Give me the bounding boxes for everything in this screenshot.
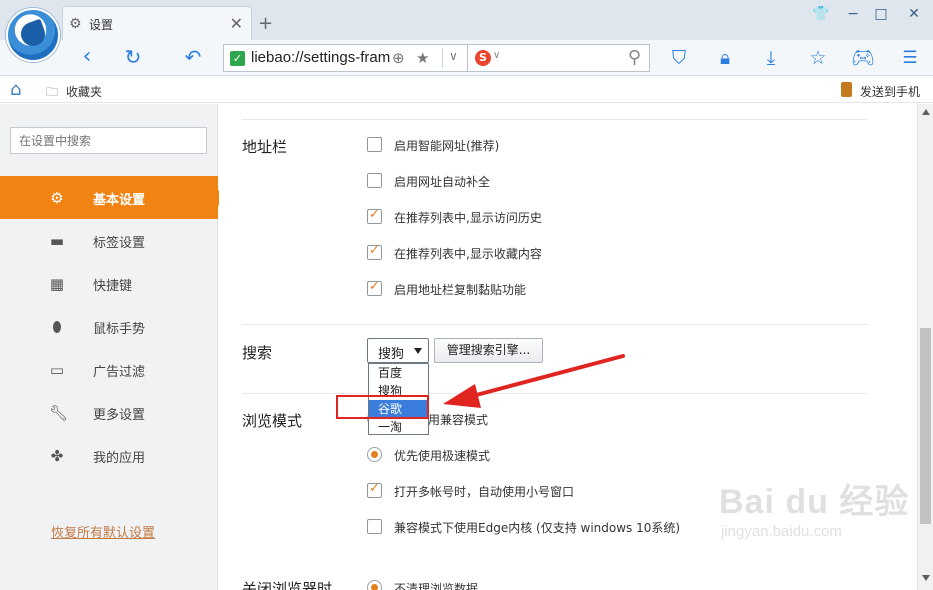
chevron-down-icon[interactable]: ∨ [449, 49, 458, 63]
section-title-search: 搜索 [242, 344, 273, 362]
sidebar-item-label: 快捷键 [93, 279, 133, 294]
settings-search-input[interactable] [10, 127, 207, 154]
sidebar-item-label: 标签设置 [93, 236, 146, 251]
sidebar-item-tabs[interactable]: ▬ 标签设置 [0, 219, 218, 262]
manage-search-engines-button[interactable]: 管理搜索引擎... [434, 338, 543, 363]
baidu-jingyan-watermark: Bai du 经验 jingyan.baidu.com [719, 483, 910, 540]
checkbox[interactable] [367, 137, 382, 152]
settings-sidebar: ⚙ 基本设置 ▬ 标签设置 ▦ 快捷键 ⬮ 鼠标手势 ▭ 广告过滤 🔧︎ 更多设… [0, 104, 227, 590]
tab-settings[interactable]: ⚙ 设置 ✕ [62, 6, 252, 40]
sidebar-item-adblock[interactable]: ▭ 广告过滤 [0, 348, 218, 391]
scroll-up-icon[interactable] [922, 109, 930, 115]
gear-icon: ⚙ [69, 16, 82, 32]
checkbox[interactable] [367, 173, 382, 188]
lock-icon[interactable]: 🔒︎ [710, 43, 740, 73]
bookmarks-bar: ⌂ 🗀 收藏夹 发送到手机 [0, 77, 933, 103]
tab-icon: ▬ [49, 232, 65, 250]
annotation-highlight-box [336, 395, 429, 419]
new-tab-button[interactable]: + [258, 14, 273, 34]
section-title-close-browser: 关闭浏览器时 [242, 580, 333, 590]
search-engine-select[interactable]: 搜狗 [367, 338, 429, 363]
sidebar-item-label: 更多设置 [93, 408, 146, 423]
search-box[interactable]: S ∨ ⚲ [468, 44, 650, 72]
content-scrollbar[interactable] [917, 104, 933, 590]
title-bar: ⚙ 设置 ✕ + 👕 − □ ✕ [0, 0, 933, 40]
liebao-logo-icon[interactable] [6, 8, 60, 62]
checkbox-checked[interactable] [367, 481, 382, 498]
puzzle-icon: ✤ [50, 447, 64, 465]
scroll-thumb[interactable] [920, 328, 931, 524]
sidebar-item-shortcuts[interactable]: ▦ 快捷键 [0, 262, 218, 305]
scroll-down-icon[interactable] [922, 575, 930, 581]
address-bar[interactable]: ✓ liebao://settings-frame/ ⊕ ★ ∨ [223, 44, 468, 72]
tab-close-icon[interactable]: ✕ [230, 14, 243, 33]
gear-icon: ⚙ [50, 189, 64, 207]
back-icon[interactable]: ‹ [72, 42, 102, 72]
sidebar-item-more[interactable]: 🔧︎ 更多设置 [0, 391, 218, 434]
sogou-engine-icon[interactable]: S [475, 50, 491, 66]
undo-icon[interactable]: ↶ [178, 42, 208, 72]
secure-check-icon: ✓ [230, 51, 245, 66]
tab-title: 设置 [89, 18, 114, 32]
sidebar-item-gestures[interactable]: ⬮ 鼠标手势 [0, 305, 218, 348]
caret-down-icon [414, 348, 422, 354]
favorites-folder[interactable]: 收藏夹 [66, 83, 102, 100]
shield-k-icon[interactable]: ⛉ [664, 43, 694, 73]
favorites-star-icon[interactable]: ☆ [803, 43, 833, 73]
window-icon: ▭ [49, 361, 65, 379]
mouse-icon: ⬮ [52, 318, 62, 336]
checkbox-checked[interactable] [367, 207, 382, 224]
url-text[interactable]: liebao://settings-frame/ [251, 49, 391, 66]
dropdown-option-baidu[interactable]: 百度 [369, 364, 428, 382]
folder-icon: 🗀 [46, 85, 59, 99]
sidebar-item-label: 基本设置 [93, 193, 146, 208]
plugin-icon[interactable]: ⊕ [392, 49, 405, 67]
maximize-button[interactable]: □ [868, 4, 894, 26]
wrench-icon: 🔧︎ [49, 404, 69, 422]
settings-content: 地址栏 启用智能网址(推荐) 启用网址自动补全 在推荐列表中,显示访问历史 在推… [219, 104, 917, 590]
phone-icon [841, 82, 852, 97]
checkbox-checked[interactable] [367, 279, 382, 296]
send-to-phone-button[interactable]: 发送到手机 [860, 83, 920, 100]
minimize-button[interactable]: − [840, 4, 866, 26]
sidebar-item-apps[interactable]: ✤ 我的应用 [0, 434, 218, 477]
dropdown-option-yitao[interactable]: 一淘 [369, 418, 428, 436]
toolbar: ‹ ↻ ↶ ✓ liebao://settings-frame/ ⊕ ★ ∨ S… [0, 40, 933, 76]
checkbox[interactable] [367, 519, 382, 534]
checkbox-checked[interactable] [367, 243, 382, 260]
sidebar-item-label: 鼠标手势 [93, 322, 146, 337]
menu-icon[interactable]: ☰ [895, 43, 925, 73]
reset-defaults-link[interactable]: 恢复所有默认设置 [51, 522, 155, 541]
download-icon[interactable]: ⤓ [756, 43, 786, 73]
engine-chevron-icon[interactable]: ∨ [493, 50, 500, 61]
sidebar-item-label: 广告过滤 [93, 365, 146, 380]
section-title-browse-mode: 浏览模式 [242, 412, 303, 430]
star-bookmark-icon[interactable]: ★ [416, 49, 429, 67]
selected-engine: 搜狗 [378, 347, 405, 362]
skin-icon[interactable]: 👕 [808, 4, 834, 26]
sidebar-item-basic[interactable]: ⚙ 基本设置 [0, 176, 227, 219]
sidebar-item-label: 我的应用 [93, 451, 146, 466]
gamepad-icon[interactable]: 🎮︎ [848, 43, 878, 73]
close-window-button[interactable]: ✕ [899, 4, 929, 26]
radio-checked[interactable] [367, 580, 382, 590]
section-title-address-bar: 地址栏 [242, 138, 288, 156]
refresh-icon[interactable]: ↻ [118, 42, 148, 72]
keyboard-icon: ▦ [49, 275, 65, 293]
home-icon[interactable]: ⌂ [10, 79, 21, 100]
radio-checked[interactable] [367, 447, 382, 462]
search-icon[interactable]: ⚲ [628, 47, 641, 68]
